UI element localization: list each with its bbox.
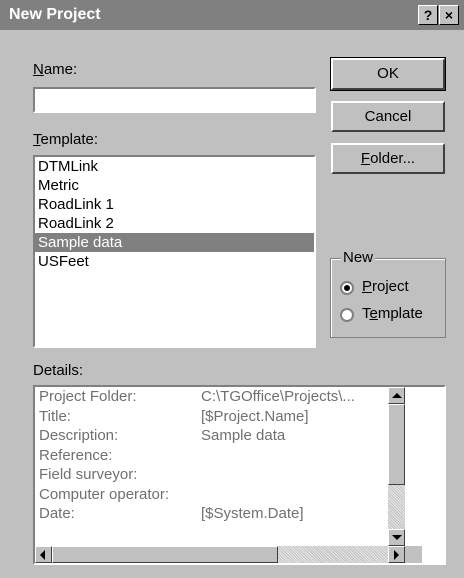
new-group-label: New — [341, 249, 376, 267]
new-group-box — [330, 258, 446, 338]
name-input[interactable] — [33, 87, 316, 113]
horizontal-scroll-thumb[interactable] — [52, 546, 278, 563]
project-radio[interactable] — [340, 281, 354, 295]
template-list[interactable]: DTMLink Metric RoadLink 1 RoadLink 2 Sam… — [33, 155, 316, 348]
arrow-up-icon — [392, 393, 402, 398]
ok-button[interactable]: OK — [330, 57, 446, 91]
scroll-up-button[interactable] — [388, 387, 405, 404]
template-label: Template: — [33, 131, 99, 148]
details-row: Title: [$Project.Name] — [39, 407, 309, 425]
details-row: Computer operator: — [39, 485, 170, 503]
scroll-right-button[interactable] — [388, 546, 405, 563]
help-button[interactable]: ? — [418, 5, 438, 25]
list-item[interactable]: USFeet — [35, 252, 314, 271]
arrow-left-icon — [40, 550, 45, 560]
project-radio-label[interactable]: Project — [362, 278, 409, 296]
details-row: Date: [$System.Date] — [39, 505, 304, 522]
arrow-down-icon — [392, 535, 402, 540]
list-item[interactable]: RoadLink 1 — [35, 195, 314, 214]
scroll-left-button[interactable] — [35, 546, 52, 563]
details-row: Field surveyor: — [39, 466, 138, 483]
template-radio[interactable] — [340, 308, 354, 322]
scroll-down-button[interactable] — [388, 529, 405, 546]
list-item[interactable]: Metric — [35, 176, 314, 195]
scroll-corner — [405, 546, 422, 563]
vertical-scroll-thumb[interactable] — [388, 404, 405, 485]
window-title: New Project — [9, 6, 101, 23]
cancel-button[interactable]: Cancel — [331, 101, 445, 132]
close-button[interactable]: × — [439, 5, 459, 25]
radio-selected-dot — [344, 285, 350, 291]
details-panel: Project Folder: C:\TGOffice\Projects\... … — [33, 385, 446, 565]
arrow-right-icon — [394, 550, 399, 560]
details-row: Description: Sample data — [39, 427, 286, 444]
details-row: Project Folder: C:\TGOffice\Projects\... — [39, 388, 355, 405]
details-row: Reference: — [39, 446, 113, 464]
folder-button[interactable]: Folder... — [331, 143, 445, 174]
list-item-selected[interactable]: Sample data — [35, 233, 314, 252]
list-item[interactable]: RoadLink 2 — [35, 214, 314, 233]
list-item[interactable]: DTMLink — [35, 157, 314, 176]
name-label: Name: — [33, 61, 78, 78]
template-radio-label[interactable]: Template — [362, 305, 423, 323]
details-label: Details: — [33, 362, 84, 379]
